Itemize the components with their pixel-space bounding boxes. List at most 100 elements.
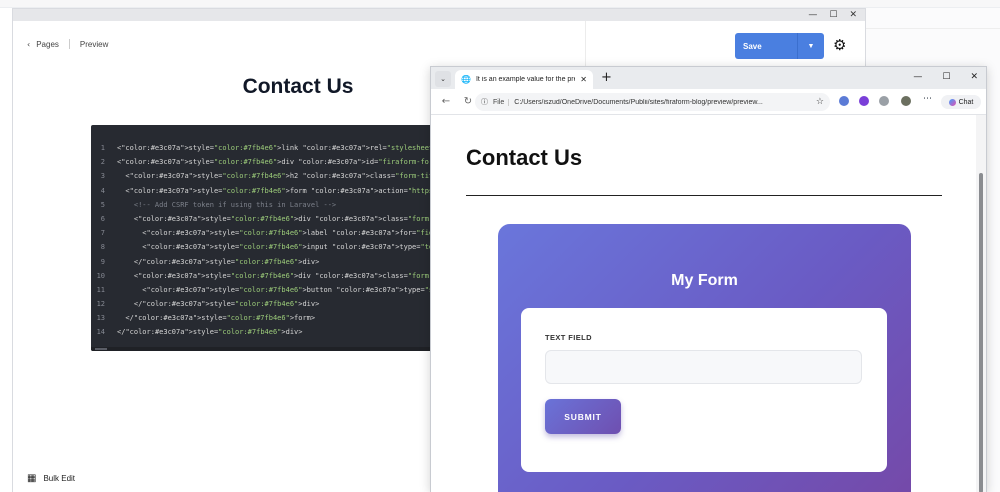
browser-tab-title: It is an example value for the previ xyxy=(475,76,576,83)
grid-icon: ▦ xyxy=(27,473,37,484)
extension-icon[interactable] xyxy=(839,96,849,106)
page-scrollbar[interactable] xyxy=(976,115,986,492)
code-scrollbar[interactable] xyxy=(91,347,451,351)
close-icon[interactable]: ✕ xyxy=(849,10,857,20)
page-heading: Contact Us xyxy=(466,145,583,170)
line-number: 4 xyxy=(100,186,105,195)
back-arrow-icon[interactable]: ← xyxy=(439,96,453,107)
heading-divider xyxy=(466,195,942,196)
line-number: 9 xyxy=(100,257,105,266)
maximize-icon[interactable]: ☐ xyxy=(942,72,950,82)
code-text: </"color:#e3c07a">style="color:#7fb4e6">… xyxy=(117,300,320,309)
minimize-icon[interactable]: — xyxy=(913,72,922,82)
code-line[interactable]: 2 <"color:#e3c07a">style="color:#7fb4e6">… xyxy=(91,155,451,169)
browser-preview-window: ⌄ 🌐 It is an example value for the previ… xyxy=(430,66,987,492)
code-text: <"color:#e3c07a">style="color:#7fb4e6">d… xyxy=(117,158,451,167)
copilot-chat-button[interactable]: Chat xyxy=(941,95,981,109)
code-text: </"color:#e3c07a">style="color:#7fb4e6">… xyxy=(117,257,320,266)
code-line[interactable]: 1 <"color:#e3c07a">style="color:#7fb4e6">… xyxy=(91,141,451,155)
line-number: 5 xyxy=(100,200,105,209)
tab-actions-chevron-icon[interactable]: ⌄ xyxy=(435,71,451,87)
code-line[interactable]: 8 <"color:#e3c07a">style="color:#7fb4e6"… xyxy=(91,240,451,254)
more-options-icon[interactable]: ⋯ xyxy=(923,95,933,105)
code-line[interactable]: 5 <!-- Add CSRF token if using this in L… xyxy=(91,198,451,212)
save-button[interactable]: Save ▼ xyxy=(735,33,824,59)
line-number: 1 xyxy=(100,144,105,152)
code-text: </"color:#e3c07a">style="color:#7fb4e6">… xyxy=(117,328,303,337)
window-titlebar: — ☐ ✕ xyxy=(13,9,865,21)
line-number: 8 xyxy=(100,243,105,252)
code-text: <"color:#e3c07a">style="color:#7fb4e6">l… xyxy=(117,144,451,152)
text-field-input[interactable] xyxy=(545,350,862,384)
chat-label: Chat xyxy=(958,98,974,106)
browser-tab[interactable]: 🌐 It is an example value for the previ ✕ xyxy=(455,70,593,89)
maximize-icon[interactable]: ☐ xyxy=(829,10,837,20)
browser-page-content: Contact Us My Form TEXT FIELD SUBMIT xyxy=(431,115,986,492)
form-body: TEXT FIELD SUBMIT xyxy=(521,308,887,472)
line-number: 13 xyxy=(96,314,105,323)
extension-icon[interactable] xyxy=(859,96,869,106)
browser-toolbar: ← ↻ ⓘ File C:/Users/iszud/OneDrive/Docum… xyxy=(431,89,986,115)
browser-tabbar: ⌄ 🌐 It is an example value for the previ… xyxy=(431,67,986,89)
line-number: 10 xyxy=(96,271,105,280)
code-block[interactable]: 1 <"color:#e3c07a">style="color:#7fb4e6">… xyxy=(91,125,451,351)
code-line[interactable]: 7 <"color:#e3c07a">style="color:#7fb4e6"… xyxy=(91,226,451,240)
code-text: <"color:#e3c07a">style="color:#7fb4e6">d… xyxy=(117,271,451,280)
chevron-left-icon: ‹ xyxy=(27,39,31,49)
code-text: <"color:#e3c07a">style="color:#7fb4e6">f… xyxy=(117,186,451,195)
copilot-icon xyxy=(948,98,956,106)
line-number: 14 xyxy=(96,328,105,337)
bulk-edit-label: Bulk Edit xyxy=(43,474,76,483)
code-text: </"color:#e3c07a">style="color:#7fb4e6">… xyxy=(117,314,316,323)
refresh-icon[interactable]: ↻ xyxy=(461,96,475,107)
extension-icon[interactable] xyxy=(879,96,889,106)
divider xyxy=(866,28,1000,29)
code-line[interactable]: 3 <"color:#e3c07a">style="color:#7fb4e6"… xyxy=(91,169,451,183)
breadcrumb: ‹ Pages Preview xyxy=(27,39,108,49)
address-scheme: File xyxy=(493,98,510,106)
line-number: 12 xyxy=(96,300,105,309)
chevron-down-icon[interactable]: ▼ xyxy=(798,43,824,50)
code-text: <!-- Add CSRF token if using this in Lar… xyxy=(117,200,337,209)
background-app-strip xyxy=(0,0,1000,8)
page-scrollbar-thumb[interactable] xyxy=(979,173,983,492)
code-scrollbar-thumb[interactable] xyxy=(95,348,107,350)
code-text: <"color:#e3c07a">style="color:#7fb4e6">l… xyxy=(117,229,451,238)
code-line[interactable]: 9 </"color:#e3c07a">style="color:#7fb4e6… xyxy=(91,255,451,269)
code-line[interactable]: 13 </"color:#e3c07a">style="color:#7fb4e… xyxy=(91,311,451,325)
preview-link[interactable]: Preview xyxy=(80,40,108,49)
code-line[interactable]: 6 <"color:#e3c07a">style="color:#7fb4e6"… xyxy=(91,212,451,226)
minimize-icon[interactable]: — xyxy=(808,10,817,20)
code-text: <"color:#e3c07a">style="color:#7fb4e6">d… xyxy=(117,214,451,223)
code-text: <"color:#e3c07a">style="color:#7fb4e6">i… xyxy=(117,243,451,252)
code-text: <"color:#e3c07a">style="color:#7fb4e6">h… xyxy=(117,172,451,181)
code-line[interactable]: 10 <"color:#e3c07a">style="color:#7fb4e6… xyxy=(91,269,451,283)
info-icon[interactable]: ⓘ xyxy=(481,97,488,107)
code-line[interactable]: 11 <"color:#e3c07a">style="color:#7fb4e6… xyxy=(91,283,451,297)
bulk-edit-button[interactable]: ▦ Bulk Edit xyxy=(27,473,75,484)
back-to-pages-link[interactable]: Pages xyxy=(36,40,59,49)
code-text: <"color:#e3c07a">style="color:#7fb4e6">b… xyxy=(117,285,451,294)
address-bar[interactable]: ⓘ File C:/Users/iszud/OneDrive/Documents… xyxy=(475,93,830,111)
new-tab-icon[interactable]: + xyxy=(601,70,612,85)
line-number: 2 xyxy=(100,158,105,167)
text-field-label: TEXT FIELD xyxy=(545,333,592,342)
code-line[interactable]: 14 </"color:#e3c07a">style="color:#7fb4e6… xyxy=(91,325,451,339)
address-url: C:/Users/iszud/OneDrive/Documents/Publii… xyxy=(514,98,763,106)
window-controls: — ☐ ✕ xyxy=(808,9,857,21)
save-button-label: Save xyxy=(743,41,762,51)
gear-icon[interactable]: ⚙ xyxy=(833,38,846,53)
code-line[interactable]: 12 </"color:#e3c07a">style="color:#7fb4e… xyxy=(91,297,451,311)
favorite-star-icon[interactable]: ☆ xyxy=(816,97,824,107)
line-number: 11 xyxy=(96,285,105,294)
page-title[interactable]: Contact Us xyxy=(143,75,453,99)
line-number: 3 xyxy=(100,172,105,181)
close-tab-icon[interactable]: ✕ xyxy=(580,75,587,84)
line-number: 6 xyxy=(100,214,105,223)
profile-avatar[interactable] xyxy=(901,96,911,106)
close-icon[interactable]: ✕ xyxy=(970,72,978,82)
submit-button[interactable]: SUBMIT xyxy=(545,399,621,434)
code-line[interactable]: 4 <"color:#e3c07a">style="color:#7fb4e6"… xyxy=(91,184,451,198)
code-lines: 1 <"color:#e3c07a">style="color:#7fb4e6">… xyxy=(91,141,451,340)
form-title: My Form xyxy=(671,272,738,289)
